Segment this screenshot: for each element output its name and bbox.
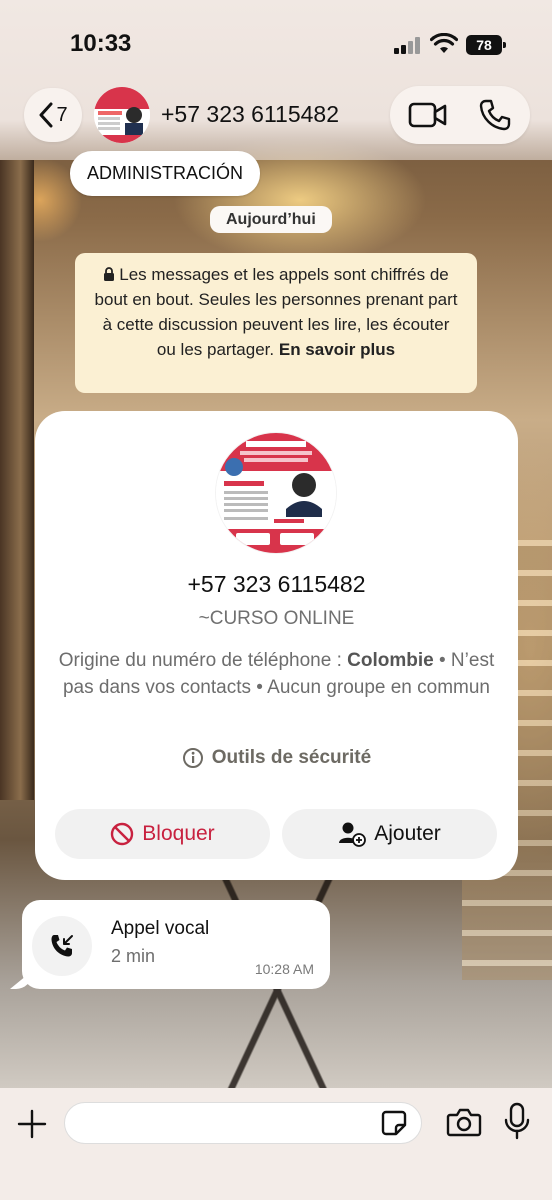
camera-icon <box>446 1108 482 1137</box>
incoming-call-icon <box>51 935 73 957</box>
add-contact-button[interactable]: Ajouter <box>282 809 497 859</box>
back-button[interactable]: 7 <box>24 88 82 142</box>
message-timestamp: 10:28 AM <box>254 961 314 977</box>
wallpaper-arch <box>0 160 34 800</box>
call-type-label: Appel vocal <box>111 918 210 939</box>
unread-count: 7 <box>56 103 68 126</box>
plus-icon <box>17 1109 47 1139</box>
message-input[interactable] <box>64 1102 422 1144</box>
call-duration: 2 min <box>111 946 156 966</box>
origin-country: Colombie <box>347 650 434 671</box>
video-call-button[interactable] <box>408 100 448 130</box>
chevron-left-icon <box>39 102 53 128</box>
info-icon <box>182 748 203 768</box>
sticker-button[interactable] <box>380 1109 408 1137</box>
safety-tools-label: Outils de sécurité <box>211 747 372 768</box>
contact-number: +57 323 6115482 <box>187 571 366 597</box>
add-button-label: Ajouter <box>374 822 441 845</box>
contact-origin-info: Origine du numéro de téléphone : Colombi… <box>49 647 504 701</box>
composer-bar <box>0 1088 552 1200</box>
add-person-icon <box>339 822 367 847</box>
video-camera-icon <box>408 102 447 128</box>
wifi-icon <box>429 32 459 60</box>
encryption-notice-text: Les messages et les appels sont chiffrés… <box>94 265 458 359</box>
date-separator: Aujourd’hui <box>210 206 332 233</box>
status-time: 10:33 <box>70 30 132 57</box>
origin-label: Origine du numéro de téléphone : <box>58 650 342 671</box>
block-button[interactable]: Bloquer <box>55 809 270 859</box>
phone-icon <box>479 99 511 131</box>
lock-icon <box>104 267 115 281</box>
contact-avatar[interactable] <box>94 87 150 143</box>
encryption-notice[interactable]: Les messages et les appels sont chiffrés… <box>75 253 477 393</box>
missed-call-icon-wrap <box>32 916 92 976</box>
contact-profile-photo[interactable] <box>216 433 336 553</box>
battery-indicator: 78 <box>466 35 506 55</box>
block-icon <box>111 822 134 846</box>
learn-more-link[interactable]: En savoir plus <box>279 340 395 359</box>
block-button-label: Bloquer <box>142 822 215 845</box>
attach-button[interactable] <box>16 1108 48 1140</box>
voice-call-button[interactable] <box>478 98 512 132</box>
admin-role-badge: ADMINISTRACIÓN <box>70 151 261 196</box>
cellular-signal-icon <box>394 36 424 54</box>
chat-title[interactable]: +57 323 6115482 <box>161 101 339 128</box>
call-actions <box>390 86 530 144</box>
voice-message-button[interactable] <box>504 1102 530 1142</box>
microphone-icon <box>504 1102 530 1140</box>
voice-call-message[interactable]: Appel vocal 2 min 10:28 AM <box>22 900 330 989</box>
unknown-contact-card: +57 323 6115482 ~CURSO ONLINE Origine du… <box>35 411 518 880</box>
contact-display-name: ~CURSO ONLINE <box>198 608 355 629</box>
sticker-icon <box>381 1110 407 1136</box>
camera-button[interactable] <box>446 1106 482 1138</box>
safety-tools-link[interactable]: Outils de sécurité <box>35 747 518 769</box>
